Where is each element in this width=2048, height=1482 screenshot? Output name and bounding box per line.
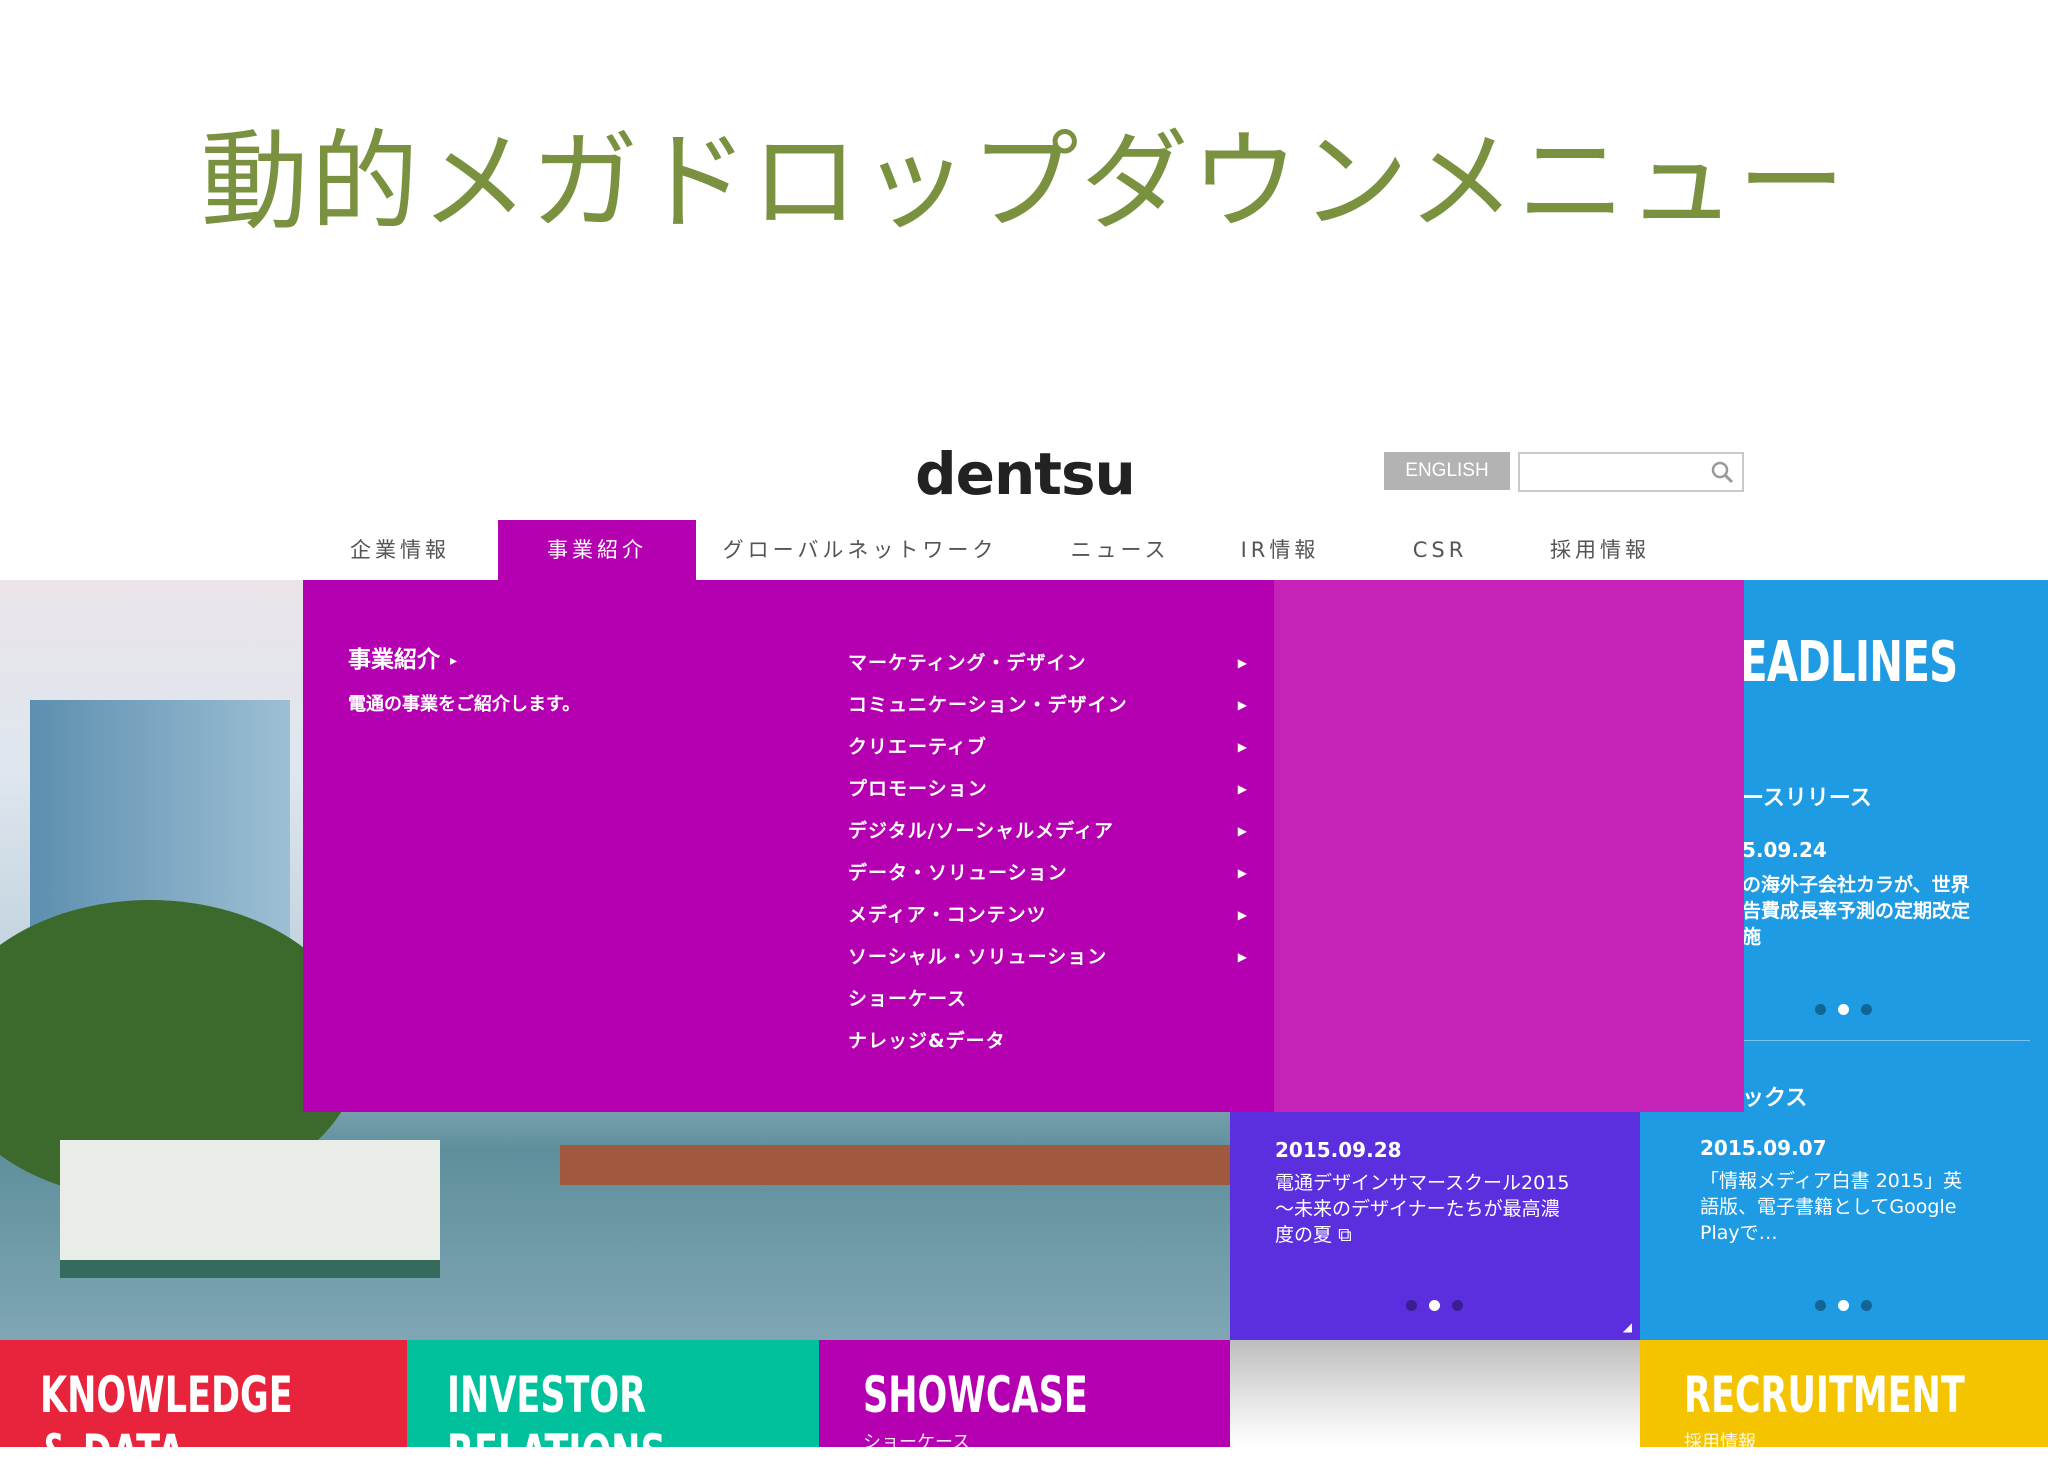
topics-heading: ックス (1742, 1086, 1808, 1111)
nav-item-csr[interactable]: CSR (1360, 520, 1520, 580)
menu-link-creative[interactable]: クリエーティブ ▶ (848, 726, 1248, 768)
mega-menu-title[interactable]: 事業紹介 ▸ (348, 640, 457, 674)
news-line: 語版、電子書籍としてGoogle (1700, 1196, 1957, 1218)
carousel-dot[interactable] (1452, 1300, 1463, 1311)
menu-link-label: ナレッジ&データ (848, 1030, 1006, 1052)
caret-right-icon: ▶ (1237, 698, 1248, 712)
menu-link-label: データ・ソリューション (848, 862, 1068, 884)
menu-link-label: コミュニケーション・デザイン (848, 694, 1128, 716)
nav-item-ir[interactable]: IR情報 (1200, 520, 1360, 580)
menu-link-media-contents[interactable]: メディア・コンテンツ ▶ (848, 894, 1248, 936)
search-input[interactable] (1518, 452, 1744, 492)
headline-line: 告費成長率予測の定期改定 (1742, 900, 1971, 922)
menu-link-promotion[interactable]: プロモーション ▶ (848, 768, 1248, 810)
nav-item-news[interactable]: ニュース (1040, 520, 1200, 580)
news-date: 2015.09.07 (1700, 1136, 1827, 1160)
tile-sublabel: RELATIONS (447, 1424, 666, 1482)
tile-label: KNOWLEDGE (40, 1366, 293, 1424)
tile-label: SHOWCASE (863, 1366, 1088, 1424)
mega-dropdown-side-panel (1274, 580, 1744, 1112)
carousel-dot-active[interactable] (1429, 1300, 1440, 1311)
menu-link-marketing-design[interactable]: マーケティング・デザイン ▶ (848, 642, 1248, 684)
carousel-dot[interactable] (1406, 1300, 1417, 1311)
news-line: 〜未来のデザイナーたちが最高濃 (1275, 1198, 1560, 1220)
menu-link-showcase[interactable]: ショーケース (848, 978, 1248, 1020)
carousel-dot[interactable] (1861, 1004, 1872, 1015)
caret-right-icon: ▶ (1237, 824, 1248, 838)
menu-link-label: デジタル/ソーシャルメディア (848, 820, 1114, 842)
menu-link-label: ショーケース (848, 988, 968, 1010)
caret-right-icon: ▶ (1237, 782, 1248, 796)
caret-right-icon: ▸ (450, 652, 458, 669)
mega-menu-description: 電通の事業をご紹介します。 (348, 694, 581, 715)
menu-link-label: マーケティング・デザイン (848, 652, 1087, 674)
carousel-dots[interactable] (1815, 1300, 1872, 1311)
corner-arrow-icon: ◢ (1622, 1320, 1632, 1334)
english-button[interactable]: ENGLISH (1384, 452, 1510, 490)
carousel-dots[interactable] (1815, 1004, 1872, 1015)
showcase-tile[interactable]: SHOWCASE ショーケース (819, 1340, 1230, 1453)
news-tile-blue[interactable]: 2015.09.07 「情報メディア白書 2015」英 語版、電子書籍としてGo… (1640, 1110, 2048, 1340)
search-icon[interactable] (1710, 460, 1734, 484)
headline-line: の海外子会社カラが、世界 (1742, 874, 1970, 896)
menu-link-social-solution[interactable]: ソーシャル・ソリューション ▶ (848, 936, 1248, 978)
external-link-icon: ⧉ (1338, 1224, 1352, 1246)
menu-link-knowledge-data[interactable]: ナレッジ&データ (848, 1020, 1248, 1062)
menu-link-digital-social[interactable]: デジタル/ソーシャルメディア ▶ (848, 810, 1248, 852)
tile-label: INVESTOR (447, 1366, 647, 1424)
headline-date: 5.09.24 (1742, 838, 1827, 862)
headline-text[interactable]: の海外子会社カラが、世界 告費成長率予測の定期改定 施 (1742, 872, 1970, 950)
headlines-title: EADLINES (1740, 630, 1958, 695)
people-photo-tile[interactable] (1230, 1340, 1640, 1447)
tile-sublabel: & DATA (40, 1424, 185, 1482)
carousel-dots[interactable] (1406, 1300, 1463, 1311)
mega-menu-title-label: 事業紹介 (348, 647, 440, 673)
news-text[interactable]: 電通デザインサマースクール2015 〜未来のデザイナーたちが最高濃 度の夏 ⧉ (1275, 1170, 1569, 1248)
menu-link-label: メディア・コンテンツ (848, 904, 1047, 926)
caret-right-icon: ▶ (1237, 740, 1248, 754)
bridge-image (560, 1145, 1230, 1185)
menu-link-label: クリエーティブ (848, 736, 987, 758)
caret-right-icon: ▶ (1237, 866, 1248, 880)
carousel-dot[interactable] (1861, 1300, 1872, 1311)
dentsu-logo[interactable]: dentsu (900, 440, 1150, 508)
nav-item-corporate[interactable]: 企業情報 (300, 520, 500, 580)
headline-line: 施 (1742, 926, 1762, 948)
divider (1740, 1040, 2030, 1041)
news-date: 2015.09.28 (1275, 1138, 1402, 1162)
menu-link-data-solution[interactable]: データ・ソリューション ▶ (848, 852, 1248, 894)
carousel-dot[interactable] (1815, 1004, 1826, 1015)
nav-item-recruit[interactable]: 採用情報 (1520, 520, 1680, 580)
news-line: 度の夏 (1275, 1224, 1333, 1246)
news-tile-purple[interactable]: 2015.09.28 電通デザインサマースクール2015 〜未来のデザイナーたち… (1230, 1110, 1640, 1340)
knowledge-data-tile[interactable]: KNOWLEDGE & DATA (0, 1340, 407, 1482)
news-line: 電通デザインサマースクール2015 (1275, 1172, 1570, 1194)
mega-dropdown-panel: 事業紹介 ▸ 電通の事業をご紹介します。 マーケティング・デザイン ▶ コミュニケー… (303, 580, 1274, 1112)
caret-right-icon: ▶ (1237, 908, 1248, 922)
nav-item-global-network[interactable]: グローバルネットワーク (710, 520, 1010, 580)
tile-sublabel: 採用情報 (1684, 1432, 1756, 1453)
nav-item-business[interactable]: 事業紹介 (498, 520, 696, 580)
recruitment-tile[interactable]: RECRUITMENT 採用情報 (1640, 1340, 2048, 1453)
news-text[interactable]: 「情報メディア白書 2015」英 語版、電子書籍としてGoogle Playで… (1700, 1168, 1962, 1246)
caret-right-icon: ▶ (1237, 950, 1248, 964)
boat-image (60, 1140, 440, 1278)
carousel-dot-active[interactable] (1838, 1300, 1849, 1311)
slide-title: 動的メガドロップダウンメニュー (200, 120, 1848, 245)
news-line: 「情報メディア白書 2015」英 (1700, 1170, 1963, 1192)
caret-right-icon: ▶ (1237, 656, 1248, 670)
tile-sublabel: ショーケース (863, 1432, 971, 1453)
carousel-dot-active[interactable] (1838, 1004, 1849, 1015)
carousel-dot[interactable] (1815, 1300, 1826, 1311)
mega-menu-links: マーケティング・デザイン ▶ コミュニケーション・デザイン ▶ クリエーティブ ▶ プ… (848, 642, 1248, 1062)
investor-relations-tile[interactable]: INVESTOR RELATIONS (407, 1340, 819, 1482)
menu-link-label: ソーシャル・ソリューション (848, 946, 1108, 968)
news-line: Playで… (1700, 1222, 1778, 1244)
menu-link-label: プロモーション (848, 778, 988, 800)
press-release-heading: ースリリース (1742, 786, 1872, 811)
tile-label: RECRUITMENT (1684, 1366, 1965, 1424)
menu-link-communication-design[interactable]: コミュニケーション・デザイン ▶ (848, 684, 1248, 726)
